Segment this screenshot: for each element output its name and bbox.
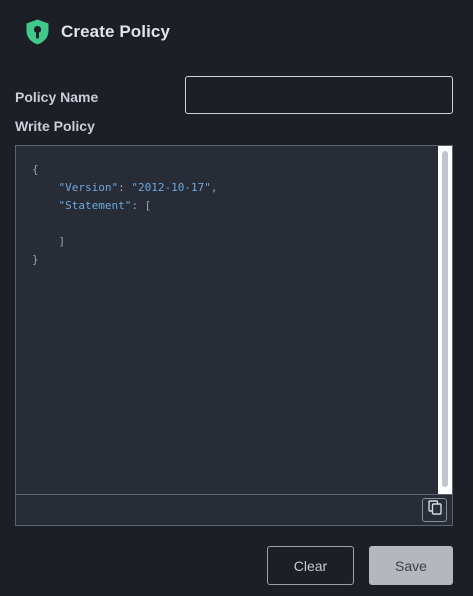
policy-name-input[interactable] xyxy=(185,76,453,114)
code-token: "2012-10-17" xyxy=(131,181,211,194)
code-token: : xyxy=(118,181,132,194)
policy-name-label: Policy Name xyxy=(15,89,99,105)
clear-button[interactable]: Clear xyxy=(267,546,354,585)
copy-icon xyxy=(427,500,442,520)
code-token: { xyxy=(32,163,39,176)
code-token: : xyxy=(131,199,145,212)
panel-header: Create Policy xyxy=(24,18,170,46)
code-token: [ xyxy=(144,199,152,212)
code-token: "Version" xyxy=(58,181,119,194)
code-line: { xyxy=(32,161,438,179)
scrollbar-thumb[interactable] xyxy=(442,151,448,487)
write-policy-label: Write Policy xyxy=(15,118,95,134)
copy-button[interactable] xyxy=(422,498,447,522)
policy-code-editor: { "Version": "2012-10-17", "Statement": … xyxy=(15,145,453,526)
create-policy-panel: Create Policy Policy Name Write Policy {… xyxy=(0,0,473,596)
code-line: } xyxy=(32,251,438,269)
page-title: Create Policy xyxy=(61,22,171,41)
code-token: ] xyxy=(58,235,66,248)
editor-scrollbar[interactable] xyxy=(438,146,452,494)
editor-footer xyxy=(16,494,452,525)
code-token: , xyxy=(210,181,218,194)
shield-keyhole-icon xyxy=(24,18,51,46)
code-token: } xyxy=(32,253,39,266)
code-line: "Version": "2012-10-17", xyxy=(32,179,438,197)
save-button[interactable]: Save xyxy=(369,546,453,585)
code-line: "Statement": [ xyxy=(32,197,438,215)
code-token: "Statement" xyxy=(58,199,132,212)
code-editor-content[interactable]: { "Version": "2012-10-17", "Statement": … xyxy=(16,146,438,494)
code-line: ] xyxy=(32,233,438,251)
